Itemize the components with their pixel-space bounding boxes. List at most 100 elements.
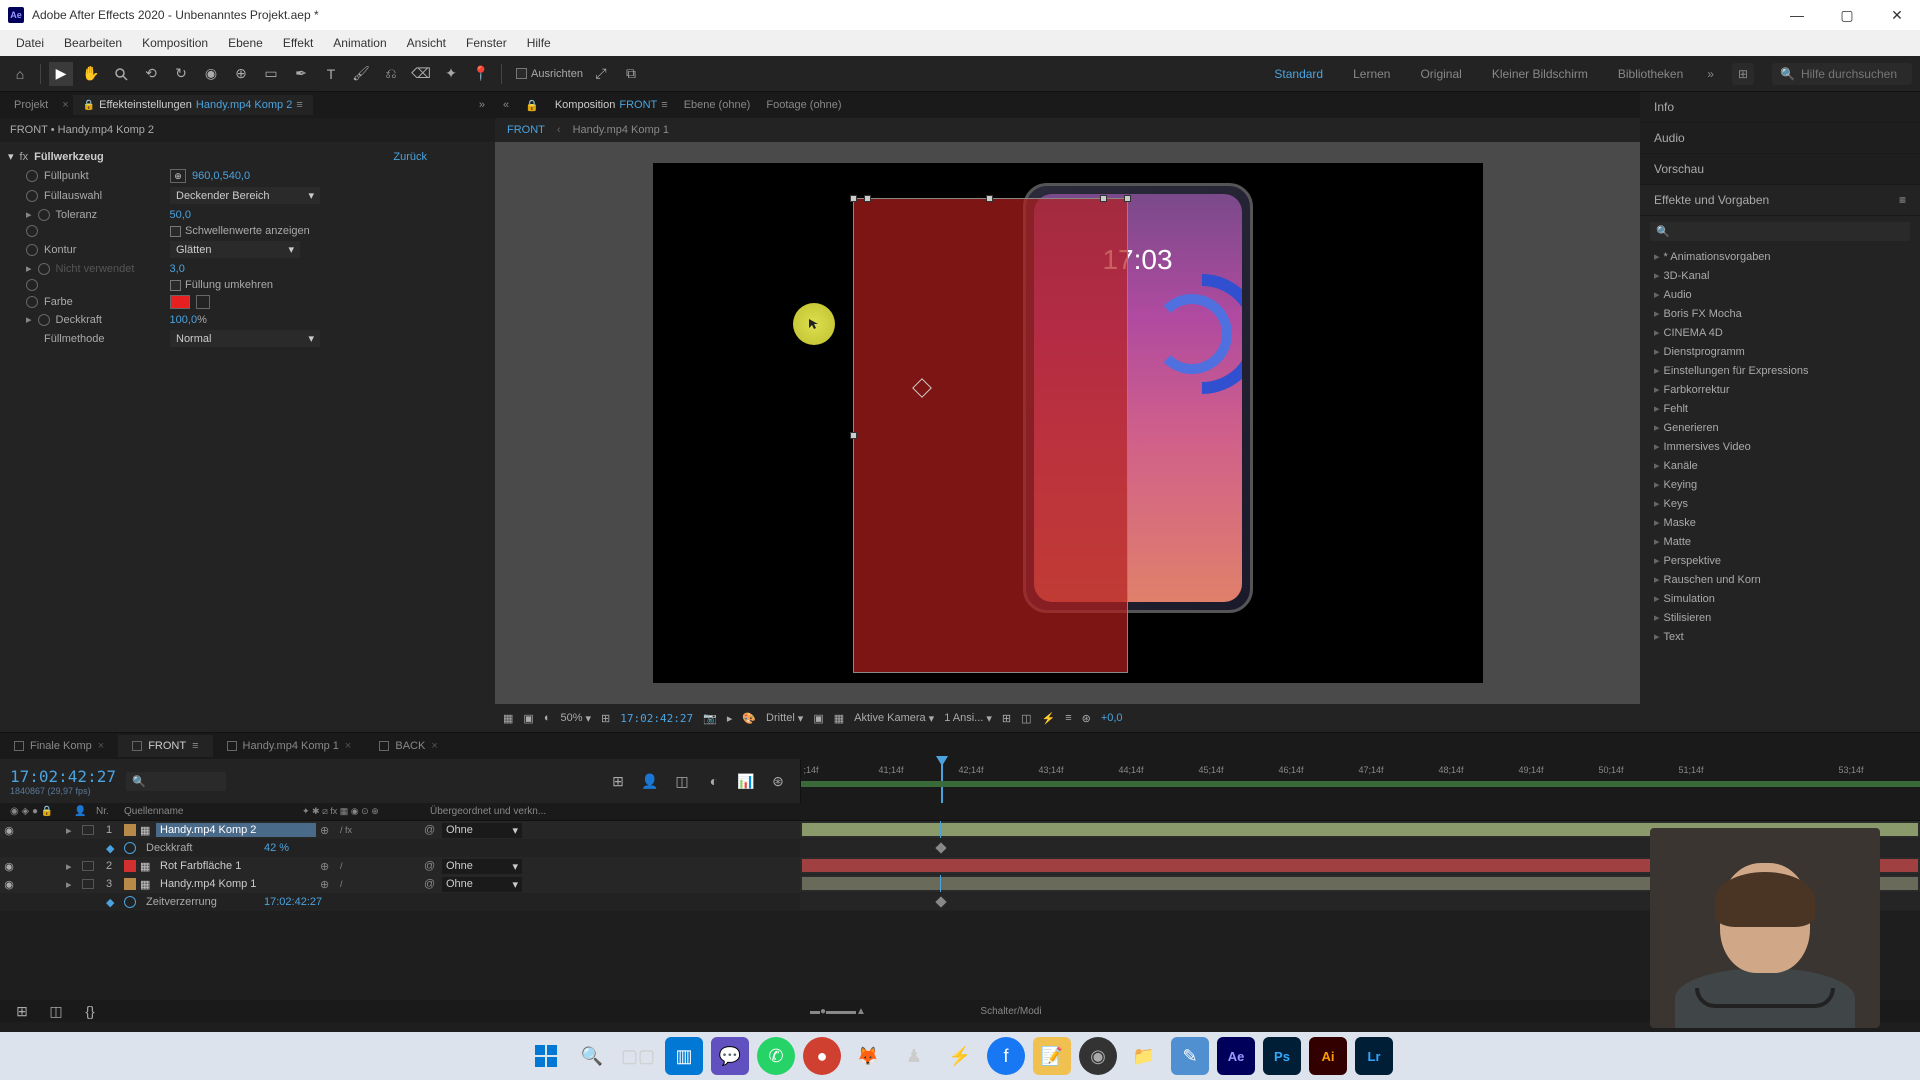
menu-effekt[interactable]: Effekt xyxy=(273,32,323,54)
layer-tab[interactable]: Ebene (ohne) xyxy=(684,99,751,111)
comp-mini-icon[interactable]: ⊞ xyxy=(606,769,630,793)
maximize-button[interactable]: ▢ xyxy=(1832,7,1862,24)
fillsel-dropdown[interactable]: Deckender Bereich▾ xyxy=(170,187,320,204)
point-picker-icon[interactable]: ⊕ xyxy=(170,169,186,183)
timeline-search-input[interactable]: 🔍 xyxy=(126,772,226,791)
fx-category[interactable]: ▸ Perspektive xyxy=(1640,551,1920,570)
explorer-icon[interactable]: ▥ xyxy=(665,1037,703,1075)
parent-pickwhip-icon[interactable]: @ xyxy=(424,824,438,836)
fx-category[interactable]: ▸ Simulation xyxy=(1640,589,1920,608)
keyframe-nav-icon[interactable]: ◆ xyxy=(106,896,120,909)
fx-category[interactable]: ▸ Rauschen und Korn xyxy=(1640,570,1920,589)
layer-row[interactable]: ◉▸1▦Handy.mp4 Komp 2⊕ / fx@Ohne▾ xyxy=(0,821,1920,839)
timeline-icon[interactable]: ≡ xyxy=(1065,712,1071,724)
snap-edge-icon[interactable]: ⤢ xyxy=(589,62,613,86)
menu-hilfe[interactable]: Hilfe xyxy=(517,32,561,54)
res-auto-icon[interactable]: ⊞ xyxy=(601,712,610,725)
workspace-kleiner bildschirm[interactable]: Kleiner Bildschirm xyxy=(1486,63,1594,85)
shy-toggle-icon[interactable]: 👤 xyxy=(638,769,662,793)
resolution-dropdown[interactable]: Drittel ▾ xyxy=(766,712,803,725)
shape-tool-icon[interactable]: ▭ xyxy=(259,62,283,86)
timeline-tab[interactable]: FRONT ≡ xyxy=(118,735,212,757)
brush-tool-icon[interactable]: 🖌 xyxy=(349,62,373,86)
parent-dropdown[interactable]: Ohne▾ xyxy=(442,823,522,838)
switches-modes-toggle[interactable]: Schalter/Modi xyxy=(980,1006,1041,1017)
keyframe-icon[interactable] xyxy=(935,896,946,907)
effects-search-input[interactable]: 🔍 xyxy=(1650,222,1910,241)
mask-toggle-icon[interactable]: ◐ xyxy=(544,712,551,724)
sync-icon[interactable]: ⊞ xyxy=(1732,63,1754,85)
visibility-toggle-icon[interactable]: ◉ xyxy=(2,860,16,873)
text-tool-icon[interactable]: T xyxy=(319,62,343,86)
selection-tool-icon[interactable]: ▶ xyxy=(49,62,73,86)
resize-handle[interactable] xyxy=(1100,195,1107,202)
fx-category[interactable]: ▸ Farbkorrektur xyxy=(1640,380,1920,399)
viewer-timecode[interactable]: 17:02:42:27 xyxy=(620,712,693,725)
exposure-value[interactable]: +0,0 xyxy=(1101,712,1123,724)
stopwatch-icon[interactable] xyxy=(26,225,38,237)
puppet-tool-icon[interactable]: 📍 xyxy=(469,62,493,86)
resize-handle[interactable] xyxy=(850,432,857,439)
obs-icon[interactable]: ◉ xyxy=(1079,1037,1117,1075)
selected-layer-bounds[interactable] xyxy=(853,198,1128,673)
contour-dropdown[interactable]: Glätten▾ xyxy=(170,241,300,258)
layer-name[interactable]: Handy.mp4 Komp 1 xyxy=(156,877,316,891)
help-search-input[interactable]: 🔍Hilfe durchsuchen xyxy=(1772,63,1912,85)
stopwatch-icon[interactable] xyxy=(124,842,136,854)
workspace-lernen[interactable]: Lernen xyxy=(1347,63,1396,85)
eyedropper-icon[interactable] xyxy=(196,295,210,309)
editor-icon[interactable]: ✎ xyxy=(1171,1037,1209,1075)
fast-preview-icon[interactable]: ⚡ xyxy=(1041,712,1055,725)
layer-name[interactable]: Handy.mp4 Komp 2 xyxy=(156,823,316,837)
anchor-point-icon[interactable] xyxy=(912,378,932,398)
twirl-icon[interactable]: ▸ xyxy=(66,824,78,837)
visibility-toggle-icon[interactable]: ◉ xyxy=(2,878,16,891)
property-row[interactable]: ◆Zeitverzerrung17:02:42:27 xyxy=(0,893,1920,911)
timeline-timecode[interactable]: 17:02:42:27 xyxy=(10,767,116,786)
resize-handle[interactable] xyxy=(864,195,871,202)
workspace-bibliotheken[interactable]: Bibliotheken xyxy=(1612,63,1689,85)
fx-category[interactable]: ▸ Einstellungen für Expressions xyxy=(1640,361,1920,380)
eraser-tool-icon[interactable]: ⌫ xyxy=(409,62,433,86)
menu-bearbeiten[interactable]: Bearbeiten xyxy=(54,32,132,54)
menu-ansicht[interactable]: Ansicht xyxy=(397,32,456,54)
parent-pickwhip-icon[interactable]: @ xyxy=(424,878,438,890)
panel-menu-icon[interactable]: ≡ xyxy=(1899,193,1906,207)
twirl-icon[interactable]: ▸ xyxy=(26,262,32,275)
project-tab[interactable]: Projekt xyxy=(4,95,58,115)
snapshot-icon[interactable]: 📷 xyxy=(703,712,717,725)
facebook-icon[interactable]: f xyxy=(987,1037,1025,1075)
effect-reset[interactable]: Zurück xyxy=(393,151,427,163)
footage-tab[interactable]: Footage (ohne) xyxy=(766,99,841,111)
parent-pickwhip-icon[interactable]: @ xyxy=(424,860,438,872)
menu-ebene[interactable]: Ebene xyxy=(218,32,273,54)
keyframe-nav-icon[interactable]: ◆ xyxy=(106,842,120,855)
fx-category[interactable]: ▸ Immersives Video xyxy=(1640,437,1920,456)
app-icon[interactable]: ♟ xyxy=(895,1037,933,1075)
fx-category[interactable]: ▸ Text xyxy=(1640,627,1920,646)
illustrator-icon[interactable]: Ai xyxy=(1309,1037,1347,1075)
anchor-tool-icon[interactable]: ⊕ xyxy=(229,62,253,86)
fx-category[interactable]: ▸ 3D-Kanal xyxy=(1640,266,1920,285)
opacity-value[interactable]: 100,0 xyxy=(170,314,198,326)
stopwatch-icon[interactable] xyxy=(38,314,50,326)
fx-category[interactable]: ▸ Dienstprogramm xyxy=(1640,342,1920,361)
menu-datei[interactable]: Datei xyxy=(6,32,54,54)
timeline-tab[interactable]: BACK × xyxy=(365,735,451,757)
menu-fenster[interactable]: Fenster xyxy=(456,32,517,54)
twirl-icon[interactable]: ▸ xyxy=(26,313,32,326)
snap-checkbox[interactable]: Ausrichten xyxy=(516,68,583,80)
col-source[interactable]: Quellenname xyxy=(124,806,294,817)
threshold-checkbox[interactable]: Schwellenwerte anzeigen xyxy=(170,225,310,237)
shy-col-icon[interactable]: 👤 xyxy=(74,806,88,817)
fx-category[interactable]: ▸ Keying xyxy=(1640,475,1920,494)
fx-category[interactable]: ▸ CINEMA 4D xyxy=(1640,323,1920,342)
brainstorm-icon[interactable]: ⊛ xyxy=(766,769,790,793)
fx-enable-icon[interactable]: fx xyxy=(20,151,29,163)
alpha-toggle-icon[interactable]: ▦ xyxy=(503,712,513,725)
property-value[interactable]: 17:02:42:27 xyxy=(264,896,322,908)
firefox-icon[interactable]: 🦊 xyxy=(849,1037,887,1075)
frame-blend-icon[interactable]: ◫ xyxy=(670,769,694,793)
rotate-tool-icon[interactable]: ↻ xyxy=(169,62,193,86)
effect-controls-tab[interactable]: 🔒 Effekteinstellungen Handy.mp4 Komp 2 ≡ xyxy=(73,95,313,115)
